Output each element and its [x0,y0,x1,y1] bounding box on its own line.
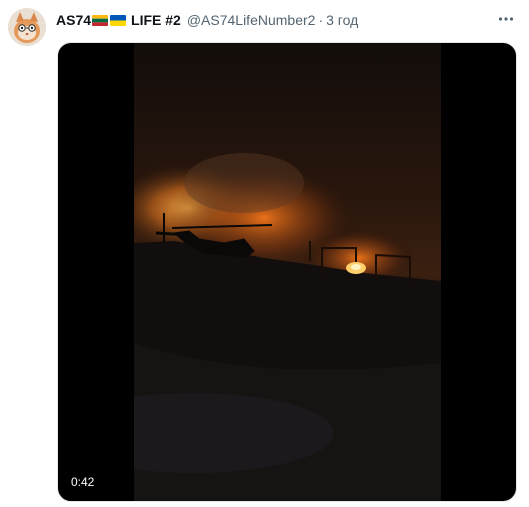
fire-scene-image [134,43,441,501]
video-player[interactable]: 0:42 [57,42,517,502]
separator-dot: · [318,12,324,28]
avatar[interactable] [8,8,46,46]
timestamp[interactable]: 3 год [326,12,358,28]
tweet[interactable]: AS74 LIFE #2 @AS74LifeNumber2 · 3 год 0:… [0,0,529,507]
display-name[interactable]: AS74 [56,12,91,28]
tweet-header: AS74 LIFE #2 @AS74LifeNumber2 · 3 год [56,10,358,30]
cat-avatar-icon [8,8,46,46]
more-options-button[interactable] [495,9,517,29]
user-handle[interactable]: @AS74LifeNumber2 [187,12,316,28]
ukraine-flag-icon [110,14,127,26]
video-frame [134,43,441,501]
video-duration: 0:42 [66,473,100,491]
more-dots-icon [498,17,514,21]
lithuania-flag-icon [92,14,109,26]
display-name-suffix[interactable]: LIFE #2 [131,12,181,28]
